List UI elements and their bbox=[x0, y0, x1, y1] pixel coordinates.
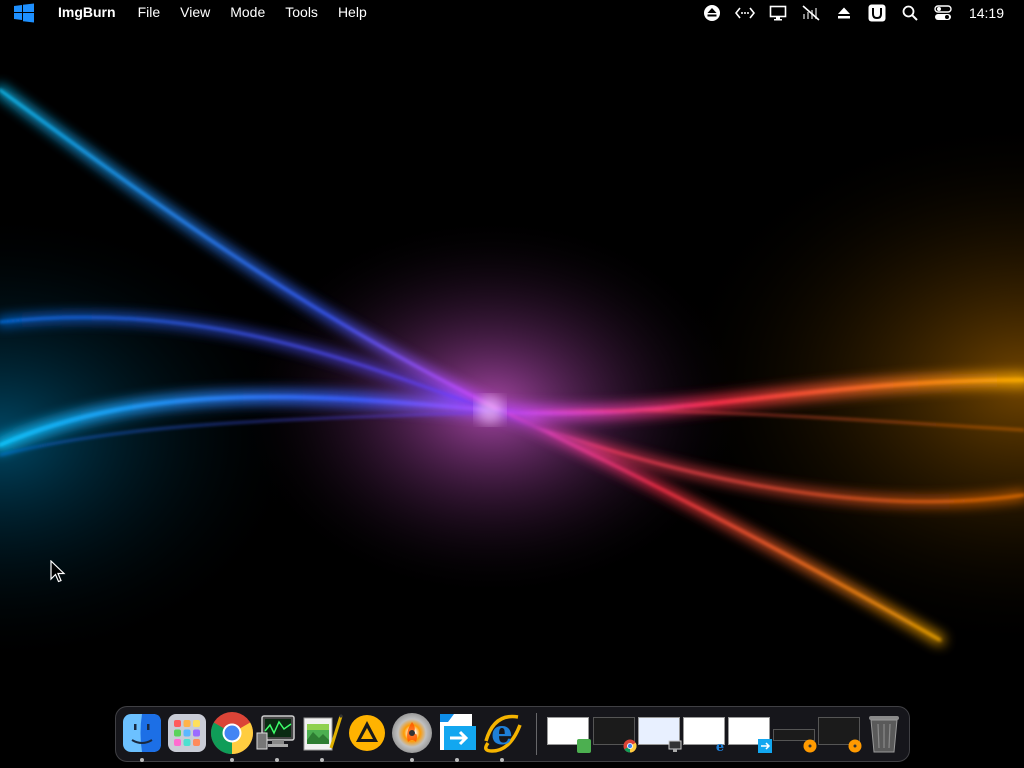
running-indicator bbox=[230, 758, 234, 762]
display-icon[interactable] bbox=[767, 2, 789, 24]
dock: e e bbox=[115, 706, 910, 762]
running-indicator bbox=[455, 758, 459, 762]
clock[interactable]: 14:19 bbox=[969, 5, 1004, 21]
menu-mode[interactable]: Mode bbox=[230, 0, 265, 25]
menu-view[interactable]: View bbox=[180, 0, 210, 25]
imgburn-disc-icon[interactable] bbox=[390, 711, 434, 762]
eject-icon[interactable] bbox=[833, 2, 855, 24]
desktop[interactable]: ImgBurn File View Mode Tools Help 14:19 … bbox=[0, 0, 1024, 768]
audio-muted-icon[interactable] bbox=[800, 2, 822, 24]
menu-bar: ImgBurn File View Mode Tools Help 14:19 bbox=[0, 0, 1024, 25]
chrome-icon[interactable] bbox=[210, 711, 254, 762]
eject-circle-icon[interactable] bbox=[701, 2, 723, 24]
menu-tools[interactable]: Tools bbox=[285, 0, 318, 25]
window-thumb-2[interactable] bbox=[593, 715, 637, 753]
wallpaper bbox=[0, 0, 1024, 768]
control-center-icon[interactable] bbox=[932, 2, 954, 24]
activity-monitor-icon[interactable] bbox=[255, 711, 299, 762]
ie-badge-icon: e bbox=[716, 740, 724, 753]
window-thumb-6[interactable] bbox=[773, 715, 817, 753]
search-icon[interactable] bbox=[899, 2, 921, 24]
windows-logo-icon[interactable] bbox=[12, 1, 36, 25]
disc-badge-icon bbox=[803, 739, 817, 753]
chrome-badge-icon bbox=[623, 739, 637, 753]
u-box-icon[interactable] bbox=[866, 2, 888, 24]
window-thumb-5[interactable] bbox=[728, 715, 772, 753]
running-indicator bbox=[410, 758, 414, 762]
menu-app-name[interactable]: ImgBurn bbox=[58, 0, 116, 25]
trash-icon[interactable] bbox=[862, 711, 906, 755]
teamviewer-icon[interactable] bbox=[435, 711, 479, 762]
remote-desktop-icon[interactable] bbox=[734, 2, 756, 24]
running-indicator bbox=[140, 758, 144, 762]
window-thumb-1[interactable] bbox=[547, 715, 591, 753]
green-app-badge-icon bbox=[577, 739, 591, 753]
mouse-cursor-icon bbox=[50, 560, 66, 583]
menu-file[interactable]: File bbox=[138, 0, 161, 25]
window-thumb-7[interactable] bbox=[818, 715, 862, 753]
launchpad-icon[interactable] bbox=[165, 711, 209, 755]
monitor-badge-icon bbox=[668, 740, 682, 752]
internet-explorer-icon[interactable]: e bbox=[480, 711, 524, 762]
status-area: 14:19 bbox=[701, 0, 1024, 25]
dock-separator bbox=[536, 713, 537, 755]
menu-help[interactable]: Help bbox=[338, 0, 367, 25]
window-thumb-3[interactable] bbox=[638, 715, 682, 752]
running-indicator bbox=[320, 758, 324, 762]
svg-text:e: e bbox=[716, 740, 724, 753]
window-thumb-4[interactable]: e bbox=[683, 715, 725, 753]
disc-badge-icon bbox=[848, 739, 862, 753]
teamviewer-badge-icon bbox=[758, 739, 772, 753]
aimp-icon[interactable] bbox=[345, 711, 389, 755]
running-indicator bbox=[275, 758, 279, 762]
image-editor-icon[interactable] bbox=[300, 711, 344, 762]
finder-icon[interactable] bbox=[120, 711, 164, 762]
running-indicator bbox=[500, 758, 504, 762]
